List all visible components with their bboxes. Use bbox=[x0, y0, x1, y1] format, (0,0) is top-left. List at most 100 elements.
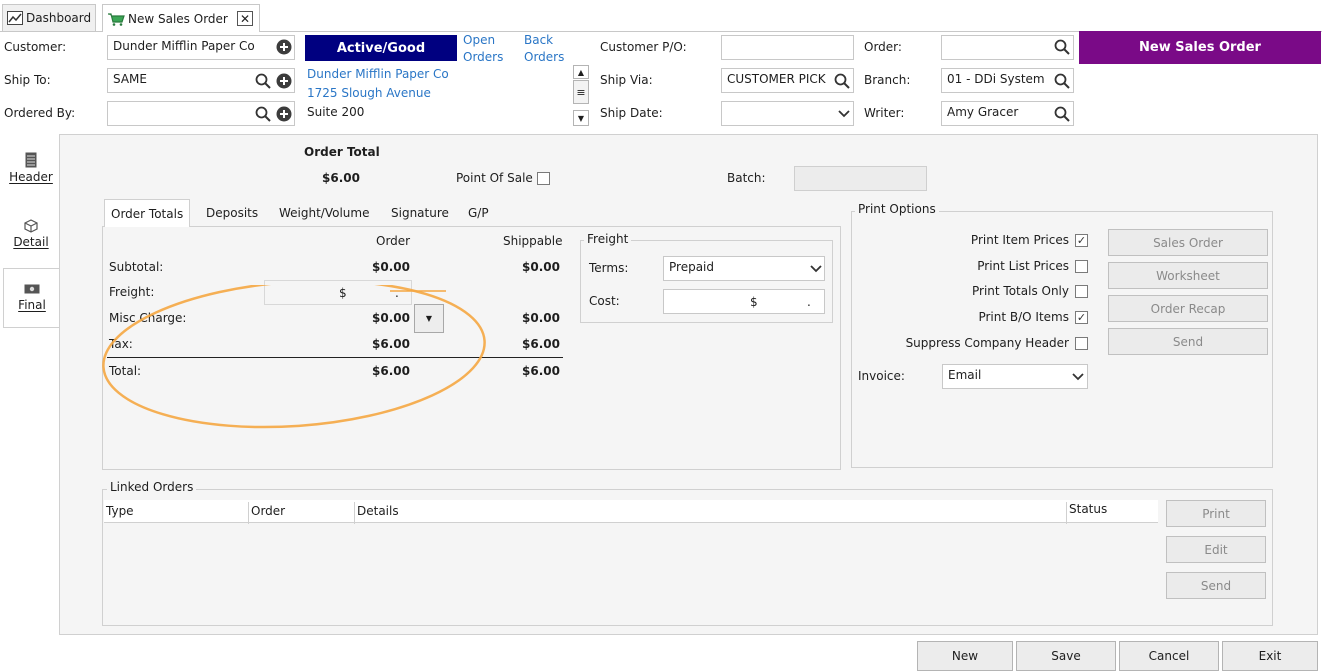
print-item-prices-label: Print Item Prices bbox=[970, 233, 1069, 247]
open-orders-line2: Orders bbox=[463, 50, 504, 64]
add-customer-icon[interactable] bbox=[276, 39, 292, 55]
chevron-down-icon[interactable] bbox=[808, 261, 824, 277]
terms-label: Terms: bbox=[589, 261, 629, 275]
linked-send-button[interactable]: Send bbox=[1166, 572, 1266, 599]
open-orders-link[interactable]: Open Orders bbox=[463, 32, 503, 66]
search-icon[interactable] bbox=[255, 73, 271, 89]
sidebar-item-final[interactable]: Final bbox=[3, 268, 60, 328]
print-list-prices-checkbox[interactable] bbox=[1075, 260, 1088, 273]
order-recap-button[interactable]: Order Recap bbox=[1108, 295, 1268, 322]
linked-orders-title: Linked Orders bbox=[107, 480, 197, 494]
print-totals-only-checkbox[interactable] bbox=[1075, 285, 1088, 298]
address-scroll-down[interactable]: ▼ bbox=[573, 110, 589, 126]
shipdate-field[interactable] bbox=[721, 101, 854, 126]
customer-field[interactable]: Dunder Mifflin Paper Co bbox=[107, 35, 295, 60]
shipto-value: SAME bbox=[113, 72, 147, 86]
tax-shippable: $6.00 bbox=[522, 337, 560, 351]
address-block: Dunder Mifflin Paper Co 1725 Slough Aven… bbox=[307, 65, 449, 122]
pos-checkbox[interactable] bbox=[537, 172, 550, 185]
tab-dashboard[interactable]: Dashboard bbox=[2, 4, 96, 31]
customer-po-field[interactable] bbox=[721, 35, 854, 60]
subtotal-label: Subtotal: bbox=[109, 260, 164, 274]
suppress-company-header-label: Suppress Company Header bbox=[905, 336, 1069, 350]
total-shippable: $6.00 bbox=[522, 364, 560, 378]
search-icon[interactable] bbox=[1054, 106, 1070, 122]
address-scroll-menu[interactable]: ≡ bbox=[573, 80, 589, 104]
button-label: Sales Order bbox=[1153, 235, 1223, 250]
sidebar-item-label: Detail bbox=[13, 235, 49, 249]
invoice-select[interactable]: Email bbox=[942, 364, 1088, 389]
chart-icon bbox=[7, 11, 23, 25]
tab-label: G/P bbox=[468, 206, 489, 220]
batch-field[interactable] bbox=[794, 166, 927, 191]
sidebar-item-detail[interactable]: Detail bbox=[3, 204, 59, 264]
misc-charge-shippable: $0.00 bbox=[522, 311, 560, 325]
back-orders-line1: Back bbox=[524, 33, 554, 47]
col-status[interactable]: Status bbox=[1067, 500, 1158, 522]
back-orders-link[interactable]: Back Orders bbox=[524, 32, 564, 66]
search-icon[interactable] bbox=[1054, 73, 1070, 89]
linked-edit-button[interactable]: Edit bbox=[1166, 536, 1266, 563]
col-details[interactable]: Details bbox=[355, 502, 1067, 524]
button-label: Order Recap bbox=[1150, 301, 1226, 316]
add-shipto-icon[interactable] bbox=[276, 73, 292, 89]
terms-value: Prepaid bbox=[669, 260, 714, 274]
address-name[interactable]: Dunder Mifflin Paper Co bbox=[307, 65, 449, 84]
print-send-button[interactable]: Send bbox=[1108, 328, 1268, 355]
tab-label: Weight/Volume bbox=[279, 206, 370, 220]
button-label: Send bbox=[1172, 334, 1204, 349]
print-bo-items-label: Print B/O Items bbox=[978, 310, 1069, 324]
invoice-label: Invoice: bbox=[858, 369, 905, 383]
search-icon[interactable] bbox=[834, 73, 850, 89]
order-total-label: Order Total bbox=[304, 145, 380, 159]
terms-select[interactable]: Prepaid bbox=[663, 256, 825, 281]
tab-new-sales-order[interactable]: New Sales Order ✕ bbox=[102, 4, 260, 32]
address-scroll-up[interactable]: ▲ bbox=[573, 65, 589, 79]
highlight-annotation bbox=[102, 285, 486, 429]
col-type[interactable]: Type bbox=[104, 502, 249, 524]
cube-icon bbox=[24, 219, 38, 233]
cancel-button[interactable]: Cancel bbox=[1119, 641, 1219, 671]
suppress-company-header-checkbox[interactable] bbox=[1075, 337, 1088, 350]
search-icon[interactable] bbox=[1054, 39, 1070, 55]
pos-label: Point Of Sale bbox=[456, 171, 533, 185]
tab-signature[interactable]: Signature bbox=[385, 199, 455, 227]
search-icon[interactable] bbox=[255, 106, 271, 122]
tab-weight-volume[interactable]: Weight/Volume bbox=[273, 199, 375, 227]
sales-order-button[interactable]: Sales Order bbox=[1108, 229, 1268, 256]
chevron-down-icon[interactable] bbox=[1070, 369, 1086, 385]
subtotal-order: $0.00 bbox=[372, 260, 410, 274]
open-orders-line1: Open bbox=[463, 33, 496, 47]
invoice-value: Email bbox=[948, 368, 982, 382]
address-street[interactable]: 1725 Slough Avenue bbox=[307, 84, 449, 103]
linked-print-button[interactable]: Print bbox=[1166, 500, 1266, 527]
address-suite: Suite 200 bbox=[307, 105, 365, 119]
shipvia-value: CUSTOMER PICK bbox=[727, 72, 826, 86]
print-options-title: Print Options bbox=[855, 202, 939, 216]
print-bo-items-checkbox[interactable]: ✓ bbox=[1075, 311, 1088, 324]
tab-order-totals[interactable]: Order Totals bbox=[104, 199, 191, 227]
close-icon[interactable]: ✕ bbox=[237, 11, 253, 26]
exit-button[interactable]: Exit bbox=[1222, 641, 1318, 671]
tab-label: Order Totals bbox=[111, 206, 184, 221]
col-order[interactable]: Order bbox=[249, 502, 355, 524]
shipdate-label: Ship Date: bbox=[600, 106, 663, 120]
tab-deposits[interactable]: Deposits bbox=[200, 199, 264, 227]
tab-label: Signature bbox=[391, 206, 449, 220]
print-list-prices-label: Print List Prices bbox=[977, 259, 1069, 273]
new-button[interactable]: New bbox=[917, 641, 1013, 671]
tab-new-sales-order-label: New Sales Order bbox=[128, 11, 228, 26]
save-button[interactable]: Save bbox=[1016, 641, 1116, 671]
chevron-down-icon[interactable] bbox=[836, 106, 852, 122]
back-orders-line2: Orders bbox=[524, 50, 565, 64]
add-orderedby-icon[interactable] bbox=[276, 106, 292, 122]
button-label: Print bbox=[1202, 506, 1230, 521]
tab-gp[interactable]: G/P bbox=[462, 199, 495, 227]
freight-group-title: Freight bbox=[584, 232, 632, 246]
cost-field[interactable]: $ . bbox=[663, 289, 825, 314]
print-item-prices-checkbox[interactable]: ✓ bbox=[1075, 234, 1088, 247]
sidebar-item-header[interactable]: Header bbox=[3, 138, 59, 198]
shipto-label: Ship To: bbox=[4, 73, 51, 87]
orderedby-label: Ordered By: bbox=[4, 106, 76, 120]
worksheet-button[interactable]: Worksheet bbox=[1108, 262, 1268, 289]
